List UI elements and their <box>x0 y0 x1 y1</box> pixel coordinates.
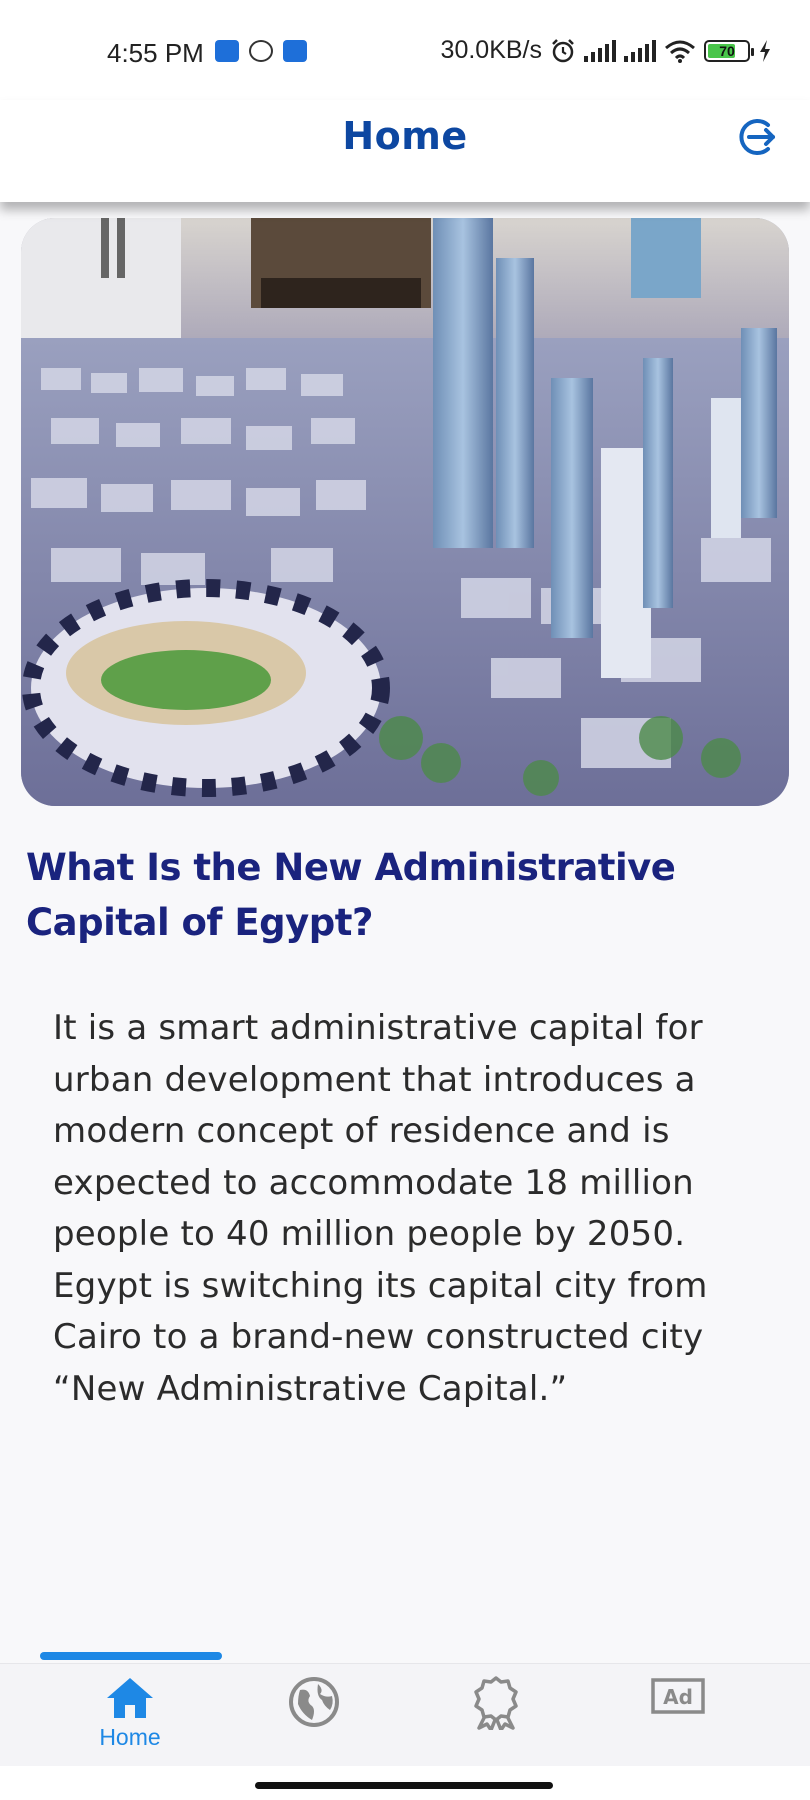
status-indicators: 30.0KB/s 70 <box>441 36 772 65</box>
city-model-illustration <box>21 218 789 806</box>
wifi-icon <box>665 40 695 63</box>
signal-icon <box>624 39 656 62</box>
status-bar: 4:55 PM 30.0KB/s 70 <box>0 0 810 100</box>
notification-icons <box>215 40 307 62</box>
logout-icon <box>739 119 775 155</box>
battery-level: 70 <box>719 42 735 59</box>
alarm-icon <box>552 38 574 62</box>
article-title: What Is the New Administrative Capital o… <box>26 846 676 944</box>
nav-item-rewards[interactable] <box>436 1676 556 1764</box>
logout-button[interactable] <box>734 114 780 160</box>
globe-icon <box>289 1677 339 1727</box>
nav-item-label: Home <box>99 1724 161 1750</box>
bottom-navigation: Home Ad <box>0 1663 810 1766</box>
active-tab-indicator <box>40 1652 222 1660</box>
charging-icon <box>760 39 770 62</box>
home-gesture-handle[interactable] <box>255 1782 553 1789</box>
hero-image <box>21 218 789 806</box>
battery-icon: 70 <box>704 39 754 62</box>
network-speed: 30.0KB/s <box>440 36 542 64</box>
article-body: It is a smart administrative capital for… <box>53 1008 708 1409</box>
ad-icon-text: Ad <box>663 1685 693 1709</box>
home-icon <box>107 1678 153 1718</box>
notification-icon <box>215 40 239 62</box>
app-bar: Home <box>0 100 810 202</box>
nav-item-explore[interactable] <box>254 1676 374 1764</box>
gesture-bar <box>0 1766 810 1800</box>
notification-icon <box>283 40 307 62</box>
nav-item-ads[interactable]: Ad <box>618 1676 738 1764</box>
app-notification-icon <box>249 40 273 62</box>
signal-icon <box>584 39 616 62</box>
ad-icon: Ad <box>651 1678 705 1714</box>
status-time: 4:55 PM <box>107 38 204 68</box>
award-icon <box>474 1676 518 1730</box>
nav-item-home[interactable]: Home <box>70 1676 190 1764</box>
page-title: Home <box>342 114 468 158</box>
